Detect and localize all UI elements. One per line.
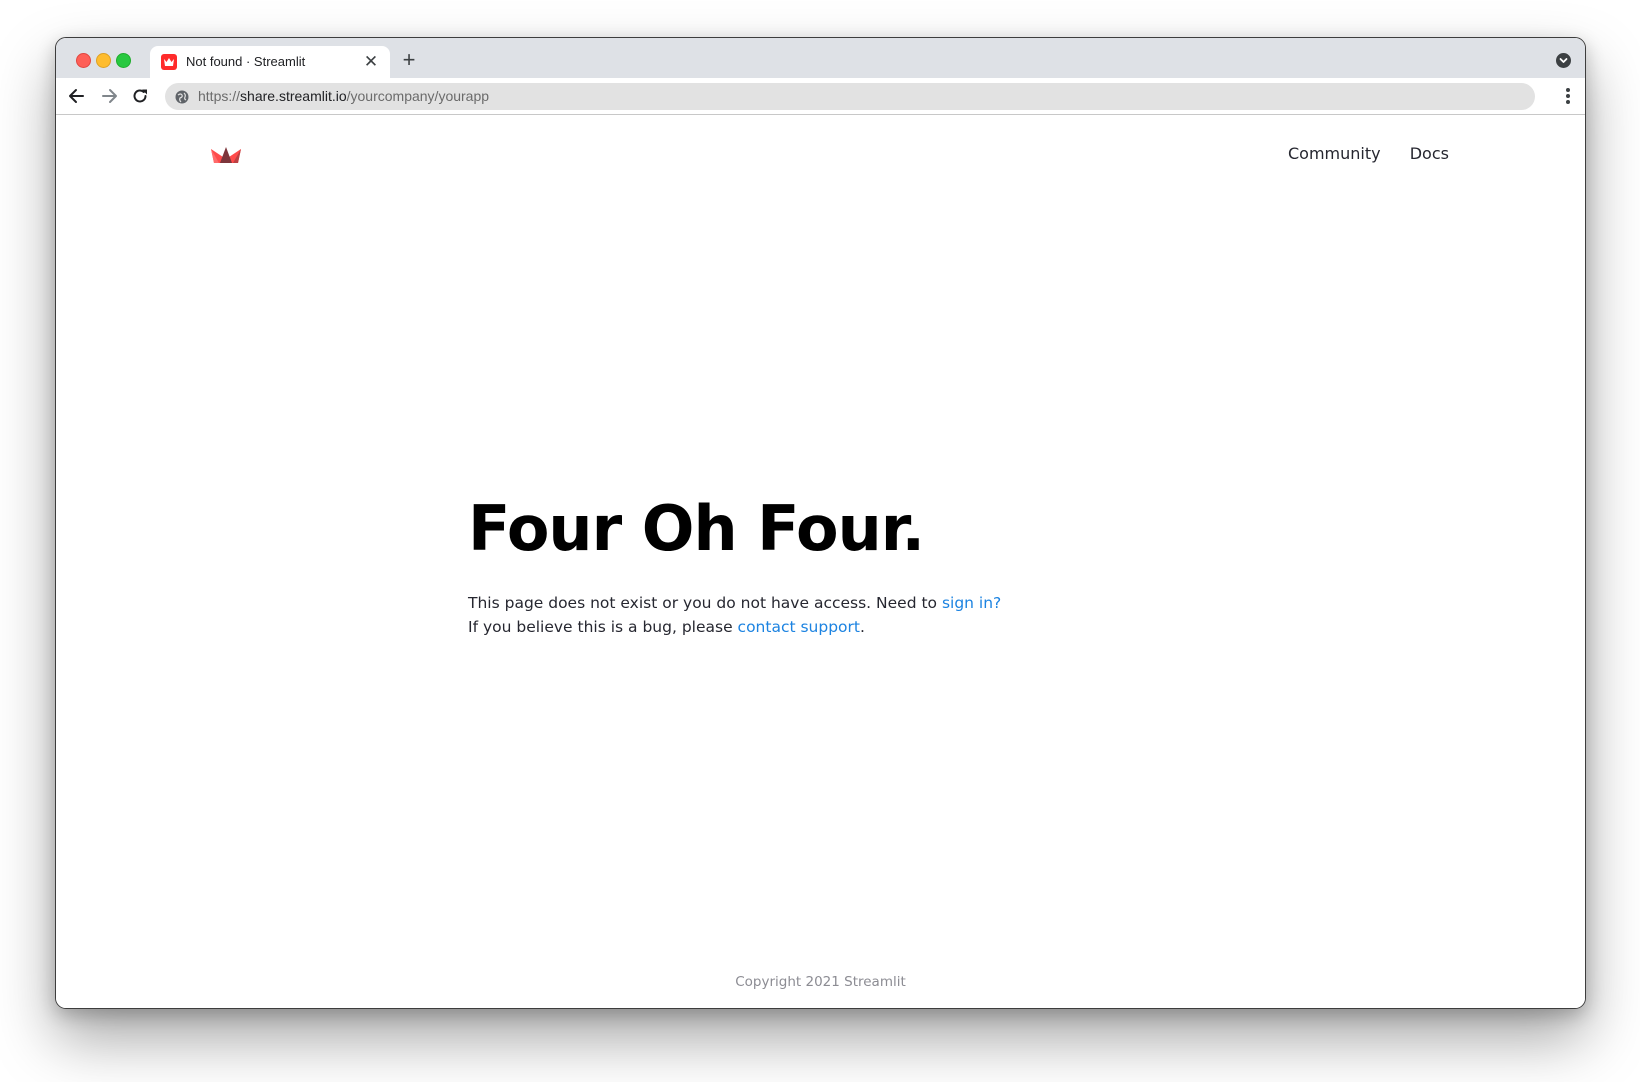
access-text: This page does not exist or you do not h… xyxy=(468,594,942,613)
period-text: . xyxy=(860,618,865,637)
message-line-1: This page does not exist or you do not h… xyxy=(468,591,1168,615)
streamlit-favicon-icon xyxy=(161,54,177,70)
tab-not-found[interactable]: Not found · Streamlit ✕ xyxy=(150,46,390,78)
back-arrow-icon[interactable] xyxy=(64,83,90,109)
error-message: This page does not exist or you do not h… xyxy=(468,591,1168,639)
url-text[interactable]: https://share.streamlit.io/yourcompany/y… xyxy=(198,88,489,104)
url-path: /yourcompany/yourapp xyxy=(346,88,490,104)
url-scheme: https:// xyxy=(198,88,241,104)
browser-toolbar: https://share.streamlit.io/yourcompany/y… xyxy=(56,78,1585,115)
browser-window: Not found · Streamlit ✕ + https://share.… xyxy=(55,37,1586,1009)
forward-arrow-icon[interactable] xyxy=(96,83,122,109)
sign-in-link[interactable]: sign in? xyxy=(942,594,1001,612)
window-zoom-icon[interactable] xyxy=(116,53,131,68)
message-line-2: If you believe this is a bug, please con… xyxy=(468,615,1168,639)
screen: Not found · Streamlit ✕ + https://share.… xyxy=(0,0,1640,1082)
not-found-content: Four Oh Four. This page does not exist o… xyxy=(468,492,1168,639)
address-bar[interactable]: https://share.streamlit.io/yourcompany/y… xyxy=(165,83,1535,110)
tab-search-icon[interactable] xyxy=(1556,53,1571,68)
web-page: Community Docs Four Oh Four. This page d… xyxy=(56,115,1585,1008)
top-nav: Community Docs xyxy=(1288,144,1449,163)
tab-close-icon[interactable]: ✕ xyxy=(362,53,380,71)
page-title: Four Oh Four. xyxy=(468,492,925,565)
tab-strip: Not found · Streamlit ✕ + xyxy=(56,38,1585,78)
url-host: share.streamlit.io xyxy=(240,88,347,104)
globe-icon[interactable] xyxy=(175,90,189,104)
new-tab-button[interactable]: + xyxy=(398,49,420,71)
reload-icon[interactable] xyxy=(127,83,153,109)
copyright-footer: Copyright 2021 Streamlit xyxy=(735,974,906,990)
window-minimize-icon[interactable] xyxy=(96,53,111,68)
nav-link-docs[interactable]: Docs xyxy=(1410,144,1449,163)
window-close-icon[interactable] xyxy=(76,53,91,68)
bug-text: If you believe this is a bug, please xyxy=(468,618,738,637)
streamlit-crown-logo[interactable] xyxy=(210,145,242,165)
nav-link-community[interactable]: Community xyxy=(1288,144,1381,163)
contact-support-link[interactable]: contact support xyxy=(738,618,860,636)
tab-title: Not found · Streamlit xyxy=(186,54,306,69)
kebab-menu-icon[interactable] xyxy=(1565,86,1571,106)
